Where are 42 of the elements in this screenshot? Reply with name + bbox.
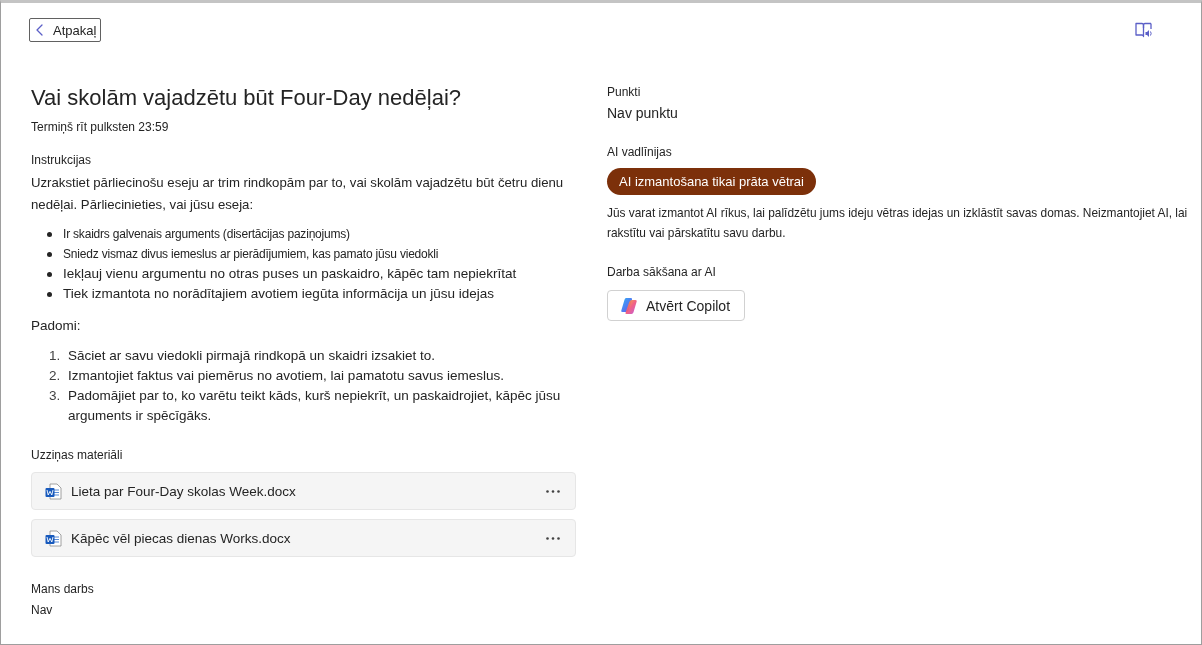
file-name: Lieta par Four-Day skolas Week.docx	[71, 483, 297, 499]
ai-guideline-tag: AI izmantošana tikai prāta vētrai	[607, 168, 816, 195]
section-label: Darba sākšana ar AI	[607, 264, 717, 280]
tips-heading: Padomi:	[31, 317, 82, 335]
ai-guideline-text: Jūs varat izmantot AI rīkus, lai palīdzētu jums ideju vētras idejas un izklāstīt savas domas. Neizmantojiet AI, lai rakstītu vai pārskatītu savu darbu.	[607, 205, 1189, 242]
file-card[interactable]: Kāpēc vēl piecas dienas Works.docx	[31, 519, 576, 557]
word-document-icon	[45, 529, 62, 547]
tip-item: Izmantojiet faktus vai piemērus no avotiem, lai pamatotu savus iemeslus.	[68, 367, 504, 385]
checklist-item: Sniedz vismaz divus iemeslus ar pierādījumiem, kas pamato jūsu viedokli	[63, 246, 439, 263]
instructions-text: Uzrakstiet pārliecinošu eseju ar trim rindkopām par to, vai skolām vajadzētu būt četru dienu nedēļai. Pārliecinieties, vai jūsu eseja:	[31, 174, 565, 214]
back-button[interactable]: Atpakaļ	[29, 18, 102, 42]
list-number: 3.	[49, 387, 62, 405]
bullet-icon	[47, 231, 52, 237]
bullet-icon	[47, 291, 52, 297]
checklist-item: Tiek izmantota no norādītajiem avotiem iegūta informācija un jūsu idejas	[63, 285, 494, 303]
section-label: Instrukcijas	[31, 152, 93, 168]
word-document-icon	[45, 482, 62, 500]
tip-item: Padomājiet par to, ko varētu teikt kāds, kurš nepiekrīt, un paskaidrojiet, kāpēc jūsu arguments ir spēcīgāks.	[68, 387, 562, 425]
file-name: Kāpēc vēl piecas dienas Works.docx	[71, 530, 292, 546]
list-number: 2.	[49, 367, 62, 385]
more-icon	[546, 536, 560, 540]
list-number: 1.	[49, 347, 62, 365]
checklist-item: Iekļauj vienu argumentu no otras puses un paskaidro, kāpēc tam nepiekrītat	[63, 265, 517, 283]
section-label: Mans darbs	[31, 581, 95, 597]
tip-item: Sāciet ar savu viedokli pirmajā rindkopā un skaidri izsakiet to.	[68, 347, 435, 365]
bullet-icon	[47, 271, 52, 277]
checklist-item: Ir skaidrs galvenais arguments (disertācijas paziņojums)	[63, 226, 350, 243]
assignment-title: Vai skolām vajadzētu būt Four-Day nedēļai?	[31, 84, 463, 112]
points-value: Nav punktu	[607, 104, 679, 122]
book-speaker-icon	[1135, 22, 1153, 38]
section-label: Punkti	[607, 84, 642, 100]
section-label: Uzziņas materiāli	[31, 447, 124, 463]
immersive-reader-button[interactable]	[1135, 22, 1153, 38]
my-work-value: Nav	[31, 602, 54, 619]
section-label: AI vadlīnijas	[607, 144, 673, 160]
open-copilot-button[interactable]: Atvērt Copilot	[607, 290, 746, 321]
bullet-icon	[47, 251, 52, 257]
more-icon	[546, 489, 560, 493]
due-date: Termiņš rīt pulksten 23:59	[31, 119, 170, 135]
file-card[interactable]: Lieta par Four-Day skolas Week.docx	[31, 472, 576, 510]
chevron-left-icon	[36, 24, 43, 36]
copilot-icon	[620, 296, 638, 315]
